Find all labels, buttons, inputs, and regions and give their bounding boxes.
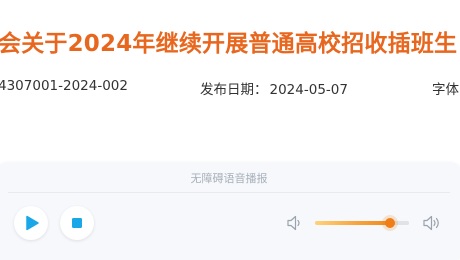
article-meta: 4307001-2024-002 发布日期： 2024-05-07 字体 [0, 78, 460, 98]
publish-date-label: 发布日期： [200, 82, 268, 98]
page: 会关于2024年继续开展普通高校招收插班生 4307001-2024-002 发… [0, 0, 460, 260]
stop-button[interactable] [60, 206, 94, 240]
play-icon [26, 215, 39, 231]
volume-high-icon[interactable] [422, 214, 442, 236]
volume-slider-thumb[interactable] [385, 218, 396, 228]
volume-slider-fill [315, 221, 391, 225]
publish-date-value: 2024-05-07 [269, 82, 348, 98]
font-size-label[interactable]: 字体 [432, 78, 459, 98]
article-title: 会关于2024年继续开展普通高校招收插班生 [0, 31, 458, 57]
player-divider [8, 192, 450, 193]
publish-date-group: 发布日期： 2024-05-07 [200, 78, 348, 98]
volume-slider[interactable] [315, 218, 409, 228]
volume-low-icon[interactable] [286, 214, 302, 236]
play-button[interactable] [14, 206, 48, 240]
stop-icon [72, 218, 82, 228]
player-title: 无障碍语音播报 [190, 172, 268, 185]
doc-number: 4307001-2024-002 [0, 78, 128, 94]
audio-player: 无障碍语音播报 [0, 162, 460, 260]
